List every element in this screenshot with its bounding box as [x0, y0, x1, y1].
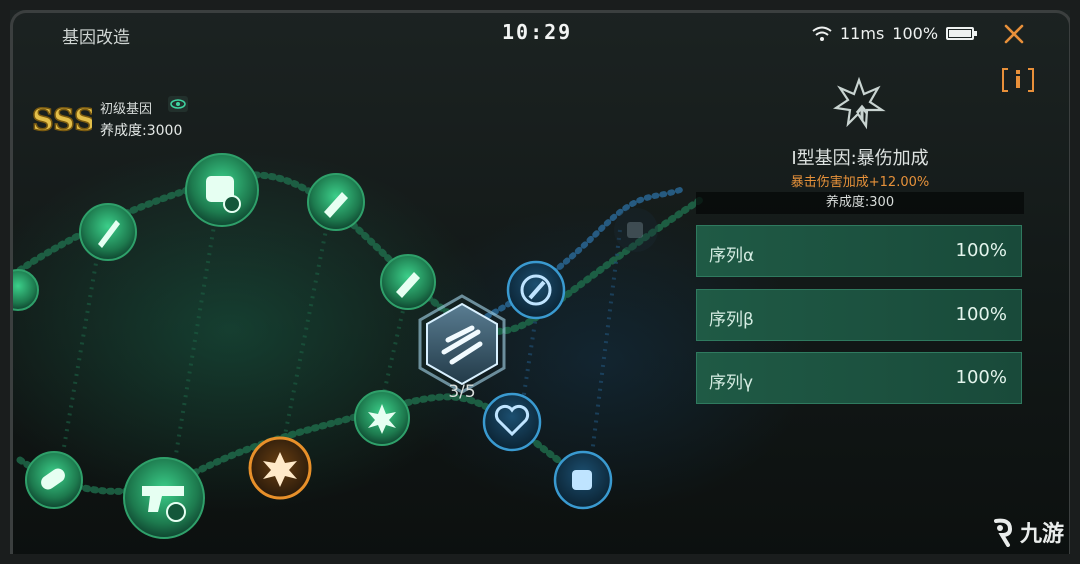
battery-text: 100% — [892, 24, 939, 43]
sequence-value: 100% — [955, 367, 1007, 388]
node-melee-guard[interactable] — [307, 173, 365, 231]
jiuyou-logo-icon — [994, 518, 1013, 547]
center-gene-node[interactable] — [418, 294, 506, 394]
node-blade-boost[interactable] — [380, 254, 436, 310]
node-crit-burst[interactable] — [354, 390, 410, 446]
center-node-count: 3/5 — [448, 382, 476, 402]
node-fist-boost[interactable] — [553, 450, 613, 510]
svg-text:SSS: SSS — [32, 103, 92, 138]
node-dagger-boost[interactable] — [79, 203, 137, 261]
gene-helix — [0, 153, 704, 539]
gene-score-label: 养成度:3000 — [100, 123, 183, 139]
node-heal-boost[interactable] — [482, 392, 542, 452]
sequence-label: 序列γ — [709, 373, 754, 393]
node-attack-speed[interactable] — [506, 260, 566, 320]
bottom-edge — [20, 556, 140, 564]
latency-text: 11ms — [840, 24, 885, 43]
sequence-value: 100% — [955, 304, 1007, 325]
burst-icon — [832, 76, 886, 130]
skill-effect: 暴击伤害加成+12.00% — [790, 175, 930, 190]
node-gun-level-1[interactable] — [123, 457, 205, 539]
sequence-value: 100% — [955, 240, 1007, 261]
status-bar: 11ms 100% — [812, 24, 978, 43]
sequence-label: 序列β — [709, 310, 754, 330]
wifi-icon — [812, 26, 832, 41]
close-button[interactable] — [1000, 20, 1028, 48]
sequence-gamma-row[interactable]: 序列γ 100% — [696, 352, 1022, 404]
sequence-alpha-row[interactable]: 序列α 100% — [696, 225, 1022, 277]
eye-icon[interactable] — [168, 96, 188, 112]
node-partial-left[interactable] — [0, 269, 39, 311]
page-title: 基因改造 — [62, 28, 130, 48]
battery-icon — [946, 27, 978, 40]
rank-badge-icon: SSS — [31, 102, 92, 138]
sequence-beta-row[interactable]: 序列β 100% — [696, 289, 1022, 341]
sequence-label: 序列α — [709, 246, 755, 266]
node-armor-level-1[interactable] — [185, 153, 259, 227]
info-button[interactable] — [1000, 66, 1036, 94]
watermark: 九游 — [990, 516, 1064, 548]
clock: 10:29 — [502, 20, 573, 44]
game-screen: 基因改造 10:29 11ms 100% SSS 初级基因 养成度:3000 3… — [0, 0, 1080, 564]
node-fist-locked[interactable] — [614, 208, 658, 252]
watermark-text: 九游 — [1020, 522, 1065, 547]
node-pill-guard[interactable] — [25, 451, 83, 509]
gene-level-label: 初级基因 — [100, 102, 153, 117]
skill-name: I型基因:暴伤加成 — [791, 148, 929, 169]
cost-label: 养成度:300 — [696, 192, 1024, 214]
node-crit-damage[interactable] — [248, 436, 312, 500]
